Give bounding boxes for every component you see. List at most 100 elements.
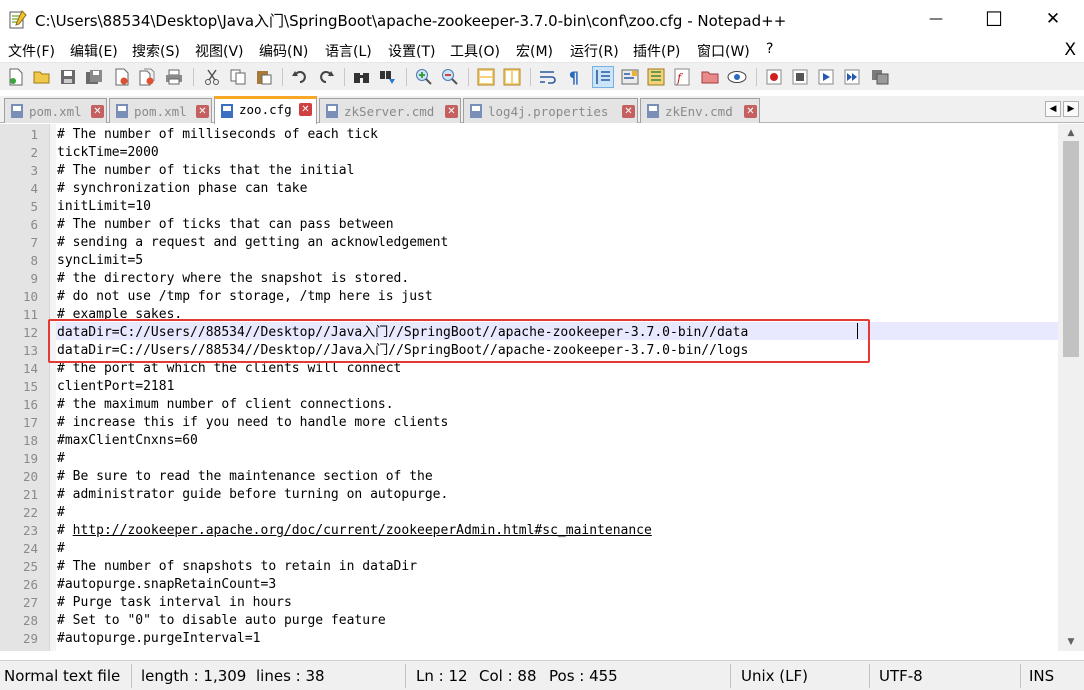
- record-macro-icon[interactable]: [764, 67, 784, 87]
- code-line: # the directory where the snapshot is st…: [57, 271, 410, 286]
- line-number: 21: [22, 487, 38, 502]
- doc-map-icon[interactable]: [646, 67, 666, 87]
- hyperlink[interactable]: http://zookeeper.apache.org/doc/current/…: [73, 523, 652, 538]
- zoom-in-icon[interactable]: [414, 67, 434, 87]
- folder-workspace-icon[interactable]: [700, 67, 720, 87]
- menu-macro[interactable]: 宏(M): [516, 41, 553, 61]
- tab-label: zkServer.cmd: [344, 104, 435, 119]
- title-bar: C:\Users\88534\Desktop\Java入门\SpringBoot…: [0, 0, 1084, 38]
- maximize-button[interactable]: ☐: [965, 0, 1023, 38]
- code-line: # The number of ticks that can pass betw…: [57, 217, 394, 232]
- line-number: 28: [22, 613, 38, 628]
- status-eol[interactable]: Unix (LF): [741, 667, 808, 685]
- menu-file[interactable]: 文件(F): [8, 41, 55, 61]
- line-number: 11: [22, 307, 38, 322]
- menu-help[interactable]: ?: [766, 41, 773, 57]
- code-line: # The number of snapshots to retain in d…: [57, 559, 418, 574]
- tab-label: log4j.properties: [488, 104, 609, 119]
- editor-area[interactable]: 1 2 3 4 5 6 7 8 9 10 11 12 13 14 15 16 17 18 19 20 21 22 23 24 2…: [0, 124, 1058, 651]
- show-all-chars-icon[interactable]: ¶: [564, 67, 584, 87]
- udl-icon[interactable]: [620, 67, 640, 87]
- save-icon[interactable]: [58, 67, 78, 87]
- menu-view[interactable]: 视图(V): [195, 41, 244, 61]
- menu-window[interactable]: 窗口(W): [697, 41, 750, 61]
- code-line: # Be sure to read the maintenance sectio…: [57, 469, 433, 484]
- tab-zkserver-cmd[interactable]: zkServer.cmd ✕: [319, 98, 461, 123]
- status-ln: Ln : 12: [416, 667, 468, 685]
- line-number: 1: [30, 127, 38, 142]
- close-tab-icon[interactable]: ✕: [196, 105, 209, 118]
- code-line: #: [57, 541, 65, 556]
- close-icon: ✕: [1045, 9, 1061, 29]
- tab-pom-xml-1[interactable]: pom.xml ✕: [4, 98, 107, 123]
- menu-plugins[interactable]: 插件(P): [633, 41, 680, 61]
- scroll-down-icon[interactable]: ▼: [1063, 635, 1079, 649]
- line-number: 12: [22, 325, 38, 340]
- tab-scroll-right-icon[interactable]: ▶: [1063, 101, 1079, 117]
- code-line: # increase this if you need to handle mo…: [57, 415, 449, 430]
- close-tab-icon[interactable]: ✕: [445, 105, 458, 118]
- vertical-scrollbar[interactable]: ▲ ▼: [1058, 124, 1084, 651]
- stop-macro-icon[interactable]: [790, 67, 810, 87]
- indent-guide-icon[interactable]: [592, 66, 614, 88]
- function-list-icon[interactable]: f: [672, 67, 692, 87]
- file-tab-icon: [221, 104, 233, 118]
- cut-icon[interactable]: [202, 67, 222, 87]
- file-tab-icon: [326, 104, 338, 118]
- line-number: 24: [22, 541, 38, 556]
- scrollbar-thumb[interactable]: [1063, 141, 1079, 357]
- undo-icon[interactable]: [290, 67, 310, 87]
- paste-icon[interactable]: [254, 67, 274, 87]
- run-macro-multiple-icon[interactable]: [842, 67, 862, 87]
- fold-margin: [50, 124, 56, 651]
- replace-icon[interactable]: [378, 67, 398, 87]
- scroll-up-icon[interactable]: ▲: [1063, 126, 1079, 140]
- close-window-button[interactable]: ✕: [1024, 0, 1082, 38]
- close-tab-icon[interactable]: ✕: [299, 103, 312, 116]
- tab-log4j-properties[interactable]: log4j.properties ✕: [463, 98, 638, 123]
- sync-vertical-icon[interactable]: [476, 67, 496, 87]
- tab-label: pom.xml: [134, 104, 187, 119]
- menu-edit[interactable]: 编辑(E): [70, 41, 118, 61]
- close-tab-icon[interactable]: ✕: [622, 105, 635, 118]
- comment-prefix: #: [57, 523, 73, 538]
- status-encoding[interactable]: UTF-8: [879, 667, 923, 685]
- save-macro-icon[interactable]: [870, 67, 890, 87]
- code-line: initLimit=10: [57, 199, 151, 214]
- save-all-icon[interactable]: [84, 67, 104, 87]
- close-tab-icon[interactable]: ✕: [744, 105, 757, 118]
- menu-language[interactable]: 语言(L): [325, 41, 372, 61]
- line-number: 5: [30, 199, 38, 214]
- status-insert-mode: INS: [1029, 667, 1055, 685]
- copy-icon[interactable]: [228, 67, 248, 87]
- code-line: # synchronization phase can take: [57, 181, 308, 196]
- monitor-icon[interactable]: [727, 67, 747, 87]
- open-file-icon[interactable]: [32, 67, 52, 87]
- close-file-icon[interactable]: [112, 67, 132, 87]
- tab-zoo-cfg[interactable]: zoo.cfg ✕: [214, 96, 317, 124]
- menu-tools[interactable]: 工具(O): [450, 41, 500, 61]
- menu-settings[interactable]: 设置(T): [388, 41, 435, 61]
- window-title: C:\Users\88534\Desktop\Java入门\SpringBoot…: [35, 12, 787, 30]
- line-number: 2: [30, 145, 38, 160]
- tab-pom-xml-2[interactable]: pom.xml ✕: [109, 98, 212, 123]
- menu-search[interactable]: 搜索(S): [132, 41, 180, 61]
- word-wrap-icon[interactable]: [538, 67, 558, 87]
- zoom-out-icon[interactable]: [440, 67, 460, 87]
- print-icon[interactable]: [164, 67, 184, 87]
- tab-scroll-left-icon[interactable]: ◀: [1045, 101, 1061, 117]
- menu-encoding[interactable]: 编码(N): [259, 41, 308, 61]
- close-all-icon[interactable]: [138, 67, 158, 87]
- tab-zkenv-cmd[interactable]: zkEnv.cmd ✕: [640, 98, 760, 123]
- find-icon[interactable]: [352, 67, 372, 87]
- code-line: #autopurge.purgeInterval=1: [57, 631, 261, 646]
- new-file-icon[interactable]: [6, 67, 26, 87]
- close-tab-icon[interactable]: ✕: [91, 105, 104, 118]
- menu-run[interactable]: 运行(R): [570, 41, 619, 61]
- line-number: 4: [30, 181, 38, 196]
- close-document-icon[interactable]: X: [1064, 40, 1076, 60]
- minimize-button[interactable]: —: [907, 0, 965, 38]
- sync-horizontal-icon[interactable]: [502, 67, 522, 87]
- play-macro-icon[interactable]: [816, 67, 836, 87]
- redo-icon[interactable]: [316, 67, 336, 87]
